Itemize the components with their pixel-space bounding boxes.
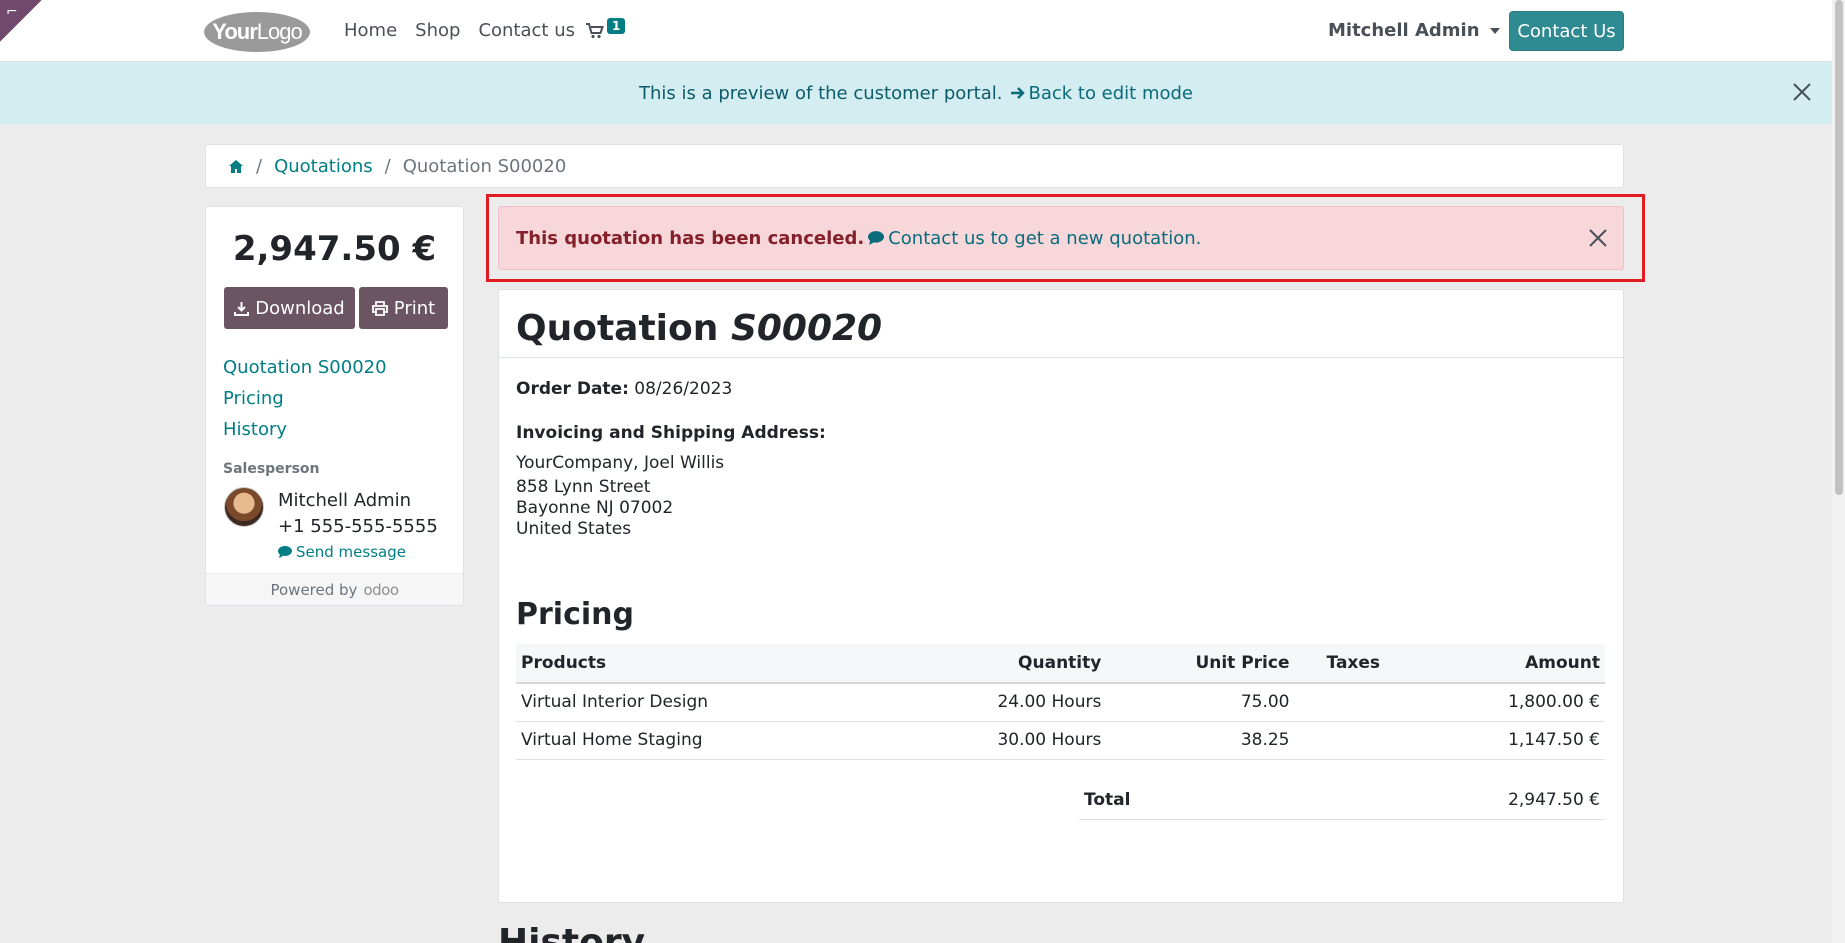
total-value: 2,947.50 € (1508, 789, 1600, 810)
order-date-label: Order Date: (516, 379, 629, 399)
cart-link[interactable]: 1 (586, 18, 626, 46)
quotation-number: S00020 (730, 308, 883, 349)
home-icon[interactable] (228, 159, 244, 174)
col-unit-price: Unit Price (1106, 644, 1295, 684)
order-date: Order Date: 08/26/2023 (516, 379, 732, 399)
print-button[interactable]: Print (359, 287, 448, 329)
company-logo[interactable]: Your Logo (204, 12, 310, 52)
salesperson-phone: +1 555-555-5555 (278, 516, 438, 537)
address-block: YourCompany, Joel Willis 858 Lynn Street… (516, 453, 724, 540)
nav-shop[interactable]: Shop (415, 20, 460, 41)
address-label: Invoicing and Shipping Address: (516, 423, 826, 443)
order-date-value: 08/26/2023 (634, 379, 733, 399)
user-name: Mitchell Admin (1328, 20, 1480, 41)
breadcrumb-quotations[interactable]: Quotations (274, 156, 373, 177)
nav-link-quotation[interactable]: Quotation S00020 (223, 352, 387, 383)
address-line: United States (516, 519, 632, 539)
avatar (224, 487, 264, 527)
page-scrollbar[interactable] (1832, 0, 1845, 943)
breadcrumb-current: Quotation S00020 (402, 155, 567, 177)
cell-taxes (1294, 683, 1413, 722)
total-amount: 2,947.50 € (232, 229, 437, 269)
corner-icon: ⌐ (6, 4, 18, 20)
cell-product: Virtual Interior Design (516, 683, 966, 722)
arrow-right-icon (1011, 86, 1026, 99)
col-taxes: Taxes (1294, 644, 1413, 684)
send-message-label: Send message (296, 543, 406, 561)
contact-us-button[interactable]: Contact Us (1509, 11, 1624, 51)
col-quantity: Quantity (965, 644, 1107, 684)
col-products: Products (516, 644, 966, 684)
page-title: Quotation S00020 (516, 308, 882, 349)
breadcrumb: / Quotations / Quotation S00020 (205, 144, 1624, 188)
canceled-alert: This quotation has been canceled. Contac… (498, 206, 1624, 270)
edit-mode-corner[interactable]: ⌐ (0, 0, 42, 42)
close-banner-icon[interactable] (1792, 82, 1812, 102)
table-row: Virtual Interior Design 24.00 Hours 75.0… (516, 683, 1605, 722)
salesperson-label: Salesperson (223, 461, 320, 477)
nav-link-history[interactable]: History (223, 414, 387, 445)
title-prefix: Quotation (516, 308, 719, 349)
cell-product: Virtual Home Staging (516, 721, 966, 760)
title-divider (499, 357, 1623, 358)
send-message-link[interactable]: Send message (278, 543, 406, 561)
cell-amount: 1,800.00 € (1412, 683, 1605, 722)
main-menu: Home Shop Contact us (344, 20, 575, 41)
scrollbar-thumb[interactable] (1835, 0, 1843, 495)
quotation-document: Quotation S00020 Order Date: 08/26/2023 … (498, 289, 1624, 903)
nav-contact-us[interactable]: Contact us (478, 20, 575, 41)
section-nav: Quotation S00020 Pricing History (223, 352, 387, 445)
pricing-heading: Pricing (516, 597, 634, 632)
close-alert-icon[interactable] (1589, 229, 1607, 247)
logo-text-bold: Your (212, 19, 257, 44)
contact-link-label: Contact us to get a new quotation. (888, 227, 1202, 249)
portal-preview-banner: This is a preview of the customer portal… (0, 62, 1832, 124)
powered-by-text: Powered by (270, 580, 358, 599)
salesperson-name: Mitchell Admin (278, 490, 412, 511)
address-line: YourCompany, Joel Willis (516, 453, 725, 473)
top-navbar: Your Logo Home Shop Contact us 1 Mitchell… (0, 0, 1832, 62)
download-button[interactable]: Download (224, 287, 355, 329)
preview-text: This is a preview of the customer portal… (638, 82, 1003, 104)
pricing-table: Products Quantity Unit Price Taxes Amoun… (516, 644, 1605, 760)
user-dropdown[interactable]: Mitchell Admin (1328, 20, 1500, 41)
cell-quantity: 30.00 Hours (965, 721, 1107, 760)
logo-text: Logo (256, 19, 303, 44)
print-label: Print (393, 297, 436, 319)
download-icon (234, 301, 250, 316)
comment-icon (278, 546, 292, 558)
odoo-logo[interactable]: odoo (363, 581, 399, 599)
chevron-down-icon (1489, 27, 1500, 34)
col-amount: Amount (1412, 644, 1605, 684)
table-header-row: Products Quantity Unit Price Taxes Amoun… (516, 644, 1605, 684)
download-label: Download (255, 297, 345, 319)
cell-taxes (1294, 721, 1413, 760)
cell-unit-price: 75.00 (1106, 683, 1295, 722)
table-row: Virtual Home Staging 30.00 Hours 38.25 1… (516, 721, 1605, 760)
total-row: Total 2,947.50 € (1079, 780, 1605, 820)
history-heading: History (498, 925, 645, 943)
cart-count-badge: 1 (607, 18, 626, 34)
back-to-edit-label: Back to edit mode (1028, 82, 1194, 104)
quotation-sidebar: 2,947.50 € Download Print Quotation S000… (205, 206, 464, 606)
back-to-edit-link[interactable]: Back to edit mode (1006, 83, 1193, 104)
cell-unit-price: 38.25 (1106, 721, 1295, 760)
contact-new-quotation-link[interactable]: Contact us to get a new quotation. (868, 228, 1201, 249)
nav-home[interactable]: Home (344, 20, 397, 41)
shopping-cart-icon (586, 23, 604, 39)
alert-message: This quotation has been canceled. (516, 227, 865, 249)
comment-icon (868, 231, 885, 245)
powered-by-footer: Powered by odoo (206, 573, 463, 605)
cell-quantity: 24.00 Hours (965, 683, 1107, 722)
address-line: Bayonne NJ 07002 (516, 498, 674, 518)
cell-amount: 1,147.50 € (1412, 721, 1605, 760)
nav-link-pricing[interactable]: Pricing (223, 383, 387, 414)
address-line: 858 Lynn Street (516, 477, 651, 497)
total-label: Total (1084, 789, 1131, 810)
breadcrumb-separator: / (256, 155, 263, 177)
print-icon (371, 300, 388, 316)
breadcrumb-separator: / (384, 155, 391, 177)
